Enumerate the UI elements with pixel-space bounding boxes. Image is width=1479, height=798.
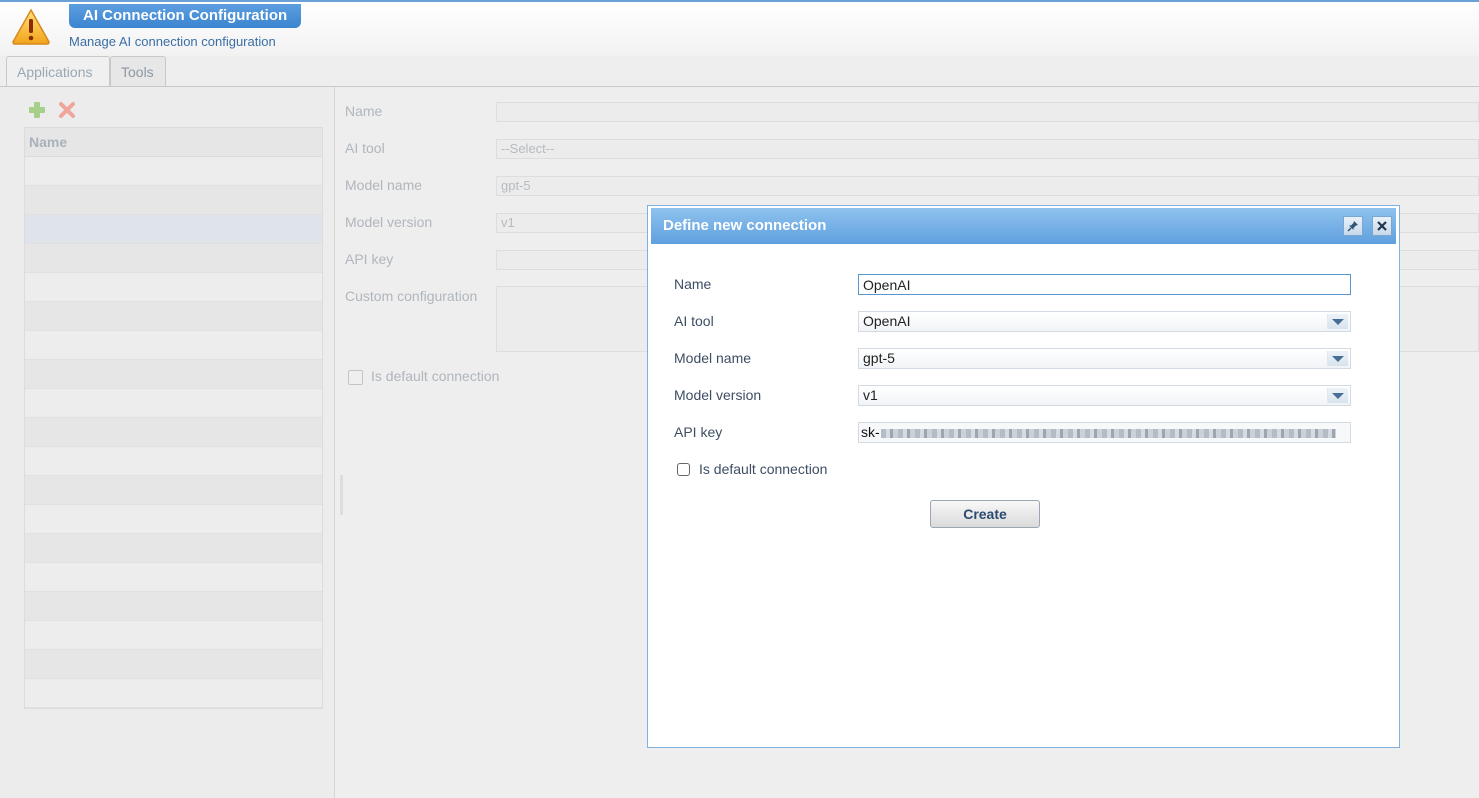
dialog-model-name-label: Model name — [674, 350, 752, 366]
dialog-ai-tool-select[interactable]: OpenAI — [858, 311, 1351, 332]
grid-column-header-name[interactable]: Name — [25, 128, 322, 157]
plus-icon[interactable] — [28, 101, 46, 122]
dialog-default-label: Is default connection — [699, 461, 828, 477]
details-ai-tool-label: AI tool — [345, 140, 385, 156]
table-row[interactable] — [25, 650, 322, 679]
details-ai-tool-select[interactable]: --Select-- — [496, 139, 1479, 159]
table-row[interactable] — [25, 679, 322, 708]
tab-tools[interactable]: Tools — [110, 56, 166, 87]
close-button[interactable] — [1372, 216, 1392, 236]
dialog-default-checkbox[interactable] — [677, 463, 690, 476]
dialog-api-key-input[interactable]: sk- — [858, 422, 1351, 443]
table-row[interactable] — [25, 621, 322, 650]
pin-button[interactable] — [1343, 216, 1363, 236]
dialog-name-label: Name — [674, 276, 712, 292]
chevron-down-icon[interactable] — [1327, 388, 1348, 403]
details-name-input[interactable] — [496, 102, 1479, 122]
table-row[interactable] — [25, 592, 322, 621]
details-name-label: Name — [345, 103, 383, 119]
table-row[interactable] — [25, 563, 322, 592]
table-row[interactable] — [25, 534, 322, 563]
dialog-model-name-value: gpt-5 — [863, 350, 895, 366]
dialog-model-version-label: Model version — [674, 387, 762, 403]
dialog-model-name-select[interactable]: gpt-5 — [858, 348, 1351, 369]
dialog-ai-tool-value: OpenAI — [863, 313, 911, 329]
dialog-ai-tool-label: AI tool — [674, 313, 714, 329]
applications-grid: Name — [24, 127, 323, 709]
page-header: AI Connection Configuration Manage AI co… — [0, 0, 1479, 56]
table-row[interactable] — [25, 186, 322, 215]
table-row[interactable] — [25, 302, 322, 331]
table-row[interactable] — [25, 389, 322, 418]
details-custom-config-label: Custom configuration — [345, 288, 478, 304]
table-row[interactable] — [25, 360, 322, 389]
create-button[interactable]: Create — [930, 500, 1040, 528]
define-connection-dialog: Define new connection Name AI tool OpenA… — [647, 205, 1400, 748]
dialog-title-bar[interactable]: Define new connection — [651, 208, 1396, 244]
table-row[interactable] — [25, 273, 322, 302]
details-model-name-select[interactable]: gpt-5 — [496, 176, 1479, 196]
table-row[interactable] — [25, 331, 322, 360]
table-row[interactable] — [25, 244, 322, 273]
details-model-version-label: Model version — [345, 214, 433, 230]
details-default-label: Is default connection — [371, 368, 500, 384]
tab-applications[interactable]: Applications — [6, 56, 110, 87]
page-subtitle: Manage AI connection configuration — [69, 34, 276, 49]
table-row[interactable] — [25, 215, 322, 244]
dialog-model-version-select[interactable]: v1 — [858, 385, 1351, 406]
details-api-key-label: API key — [345, 251, 394, 267]
applications-list-panel: Name — [0, 87, 335, 798]
dialog-title: Define new connection — [663, 217, 827, 234]
table-row[interactable] — [25, 447, 322, 476]
details-model-name-label: Model name — [345, 177, 423, 193]
dialog-api-key-label: API key — [674, 424, 723, 440]
details-default-checkbox[interactable] — [348, 370, 363, 385]
chevron-down-icon[interactable] — [1327, 314, 1348, 329]
api-key-redacted — [880, 428, 1336, 438]
warning-icon — [12, 8, 50, 45]
dialog-name-input[interactable] — [858, 274, 1351, 295]
api-key-prefix: sk- — [861, 424, 880, 440]
chevron-down-icon[interactable] — [1327, 351, 1348, 366]
close-icon — [1377, 221, 1387, 231]
pin-icon — [1347, 221, 1358, 232]
table-row[interactable] — [25, 505, 322, 534]
table-row[interactable] — [25, 157, 322, 186]
page-title: AI Connection Configuration — [69, 4, 302, 28]
table-row[interactable] — [25, 476, 322, 505]
panel-splitter[interactable] — [340, 475, 343, 515]
table-row[interactable] — [25, 418, 322, 447]
delete-icon[interactable] — [58, 101, 76, 122]
dialog-model-version-value: v1 — [863, 387, 878, 403]
